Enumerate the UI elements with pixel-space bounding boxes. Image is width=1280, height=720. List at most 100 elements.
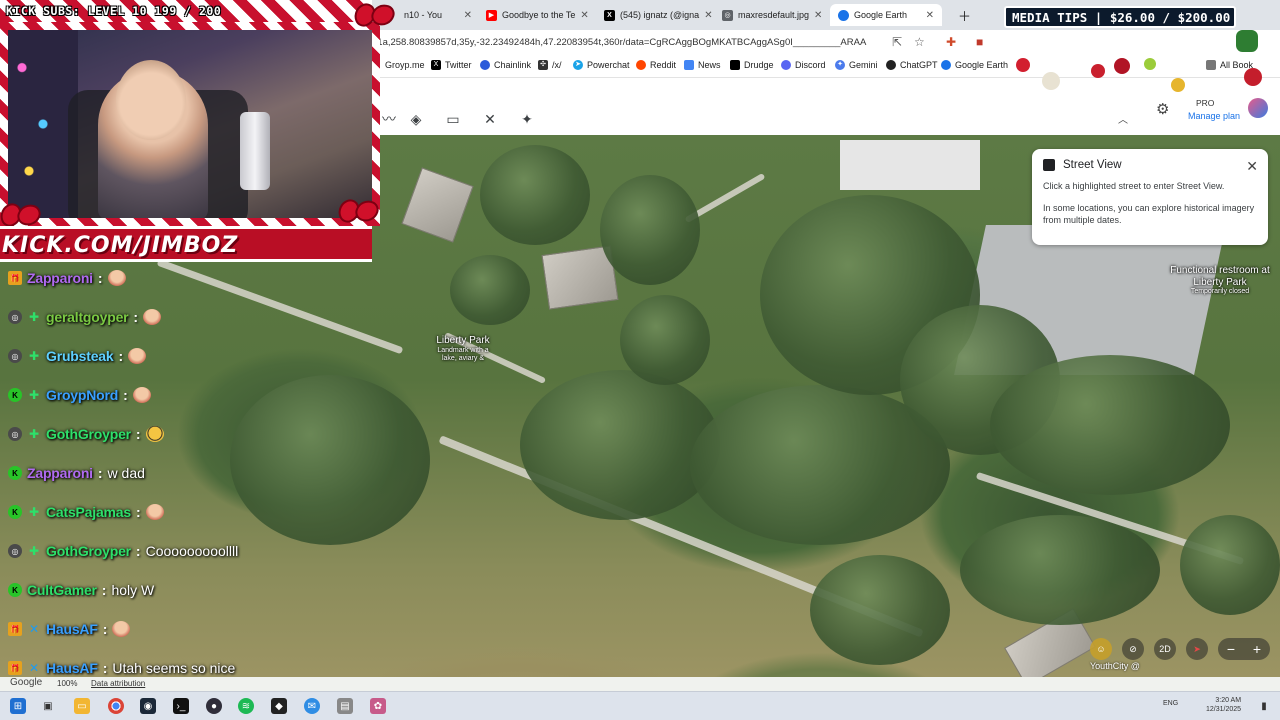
bookmark-news[interactable]: News (684, 60, 721, 70)
taskbar: ⊞ ▣ ▭ ◉ ›_ ● ≋ ◆ ✉ ▤ ✿ ENG 3:20 AM 12/31… (0, 691, 1280, 720)
chat-username[interactable]: HausAF (46, 621, 98, 637)
compass-icon[interactable]: ➤ (1186, 638, 1208, 660)
bookmark-powerchat[interactable]: ➤ Powerchat (573, 60, 630, 70)
app-icon[interactable]: ▤ (337, 698, 353, 714)
chat-username[interactable]: Zapparoni (27, 270, 93, 286)
chat-username[interactable]: Zapparoni (27, 465, 93, 481)
tab-youtube-2[interactable]: ▶ Goodbye to the Te ✕ (478, 4, 596, 26)
bookmark-chatgpt[interactable]: ChatGPT (886, 60, 938, 70)
terminal-icon[interactable]: ›_ (173, 698, 189, 714)
data-attribution-link[interactable]: Data attribution (91, 679, 145, 688)
layers-icon[interactable]: ◈ (407, 110, 425, 128)
chat-text: Utah seems so nice (112, 660, 236, 676)
tree (960, 515, 1160, 625)
chat-username[interactable]: CatsPajamas (46, 504, 131, 520)
tree (990, 355, 1230, 495)
chat-username[interactable]: Grubsteak (46, 348, 114, 364)
compass-button[interactable]: ⊘ (1122, 638, 1144, 660)
url-field[interactable]: 81a,258.80839857d,35y,-32.23492484h,47.2… (372, 34, 892, 52)
tab-x[interactable]: X (545) ignatz (@igna ✕ (596, 4, 712, 26)
close-icon[interactable]: ✕ (1246, 158, 1258, 175)
bookmark-gemini[interactable]: ✦ Gemini (835, 60, 878, 70)
app-icon[interactable]: ✿ (370, 698, 386, 714)
satellite-icon[interactable]: ✕ (481, 110, 499, 128)
chrome-icon[interactable] (108, 698, 124, 714)
bookmark-twitter[interactable]: X Twitter (431, 60, 472, 70)
bookmark-groyp[interactable]: Groyp.me (385, 60, 425, 70)
view-mode-button[interactable]: 2D (1154, 638, 1176, 660)
kick-badge-icon: K (8, 583, 22, 597)
close-icon[interactable]: ✕ (464, 10, 472, 21)
gear-icon[interactable]: ⚙ (1156, 100, 1169, 118)
emote-icon (143, 309, 162, 325)
file-explorer-icon[interactable]: ▭ (74, 698, 90, 714)
zoom-out-button[interactable]: − (1227, 641, 1235, 657)
kick-url-banner: KICK.COM/JIMBOZ (0, 226, 372, 262)
path-icon[interactable]: 〰 (380, 110, 398, 128)
tab-text: (545) ignatz (@igna (620, 10, 700, 20)
avatar[interactable] (1248, 98, 1268, 118)
language-indicator[interactable]: ENG (1163, 700, 1178, 707)
chat-username[interactable]: GroypNord (46, 387, 118, 403)
clock[interactable]: 3:20 AM 12/31/2025 (1206, 696, 1241, 714)
tab-text: Google Earth (854, 10, 908, 20)
street-view-icon (1043, 159, 1055, 171)
map-label-youth-city[interactable]: YouthCity @ (1090, 661, 1140, 671)
tab-image[interactable]: ◎ maxresdefault.jpg ✕ (714, 4, 824, 26)
close-icon[interactable]: ✕ (814, 10, 822, 21)
messenger-icon[interactable]: ✉ (304, 698, 320, 714)
news-icon (684, 60, 694, 70)
install-icon[interactable]: ⇱ (892, 35, 902, 49)
tab-youtube-1[interactable]: n10 - You ✕ (396, 4, 480, 26)
app-icon[interactable]: ◆ (271, 698, 287, 714)
map-label-park[interactable]: Liberty Park Landmark with a lake, aviar… (430, 335, 496, 363)
tab-google-earth[interactable]: Google Earth ✕ (830, 4, 942, 26)
map-label-restroom[interactable]: Functional restroom at Liberty Park Temp… (1170, 265, 1270, 296)
close-icon[interactable]: ✕ (580, 10, 588, 21)
street-view-hint: Click a highlighted street to enter Stre… (1043, 181, 1225, 191)
obs-icon[interactable]: ● (206, 698, 222, 714)
spotify-icon[interactable]: ≋ (238, 698, 254, 714)
chat-message: K Zapparoni: w dad (8, 462, 145, 484)
kick-subs-text: KICK SUBS: LEVEL 10 199 / 200 (6, 4, 222, 18)
chat-username[interactable]: HausAF (46, 660, 98, 676)
zoom-control: − + (1218, 638, 1270, 660)
close-icon[interactable]: ✕ (704, 10, 712, 21)
windows-start-icon[interactable]: ⊞ (10, 698, 26, 714)
notification-icon[interactable]: ▮ (1256, 698, 1272, 714)
bookmark-discord[interactable]: Discord (781, 60, 826, 70)
youtube-icon: ▶ (486, 9, 497, 21)
chat-username[interactable]: GothGroyper (46, 543, 131, 559)
zoom-in-button[interactable]: + (1253, 641, 1261, 657)
kick-url-text: KICK.COM/JIMBOZ (2, 233, 239, 258)
ruler-icon[interactable]: ▭ (444, 110, 462, 128)
building-roof (840, 140, 980, 190)
new-tab-button[interactable]: ＋ (950, 4, 970, 26)
kick-badge-icon: K (8, 388, 22, 402)
drudge-icon (730, 60, 740, 70)
bookmark-x[interactable]: ✣/x/ (538, 60, 562, 70)
steam-icon[interactable]: ◉ (140, 698, 156, 714)
sparkle-icon[interactable]: ✦ (518, 110, 536, 128)
sunglasses-emote-icon (145, 426, 164, 442)
chat-username[interactable]: geraltgoyper (46, 309, 129, 325)
chainlink-icon (480, 60, 490, 70)
extension-icon[interactable]: ✚ (946, 35, 956, 49)
chat-text: w dad (107, 465, 145, 481)
sub-badge-icon: ✚ (28, 388, 40, 402)
close-icon[interactable]: ✕ (926, 10, 934, 21)
bookmark-drudge[interactable]: Drudge (730, 60, 774, 70)
bookmark-chainlink[interactable]: Chainlink (480, 60, 531, 70)
star-icon[interactable]: ☆ (914, 35, 925, 49)
pegman-button[interactable]: ☺ (1090, 638, 1112, 660)
chat-username[interactable]: GothGroyper (46, 426, 131, 442)
task-view-icon[interactable]: ▣ (40, 698, 56, 714)
bookmark-reddit[interactable]: Reddit (636, 60, 676, 70)
attribution-bar: Google 100% Data attribution (0, 677, 1280, 691)
manage-plan-link[interactable]: Manage plan (1188, 111, 1240, 121)
kick-badge-icon: K (8, 505, 22, 519)
chat-username[interactable]: CultGamer (27, 582, 97, 598)
chat-message: ◎ ✚ geraltgoyper: (8, 306, 162, 328)
extension-icon[interactable]: ■ (976, 35, 983, 49)
chevron-up-icon[interactable]: ︿ (1118, 111, 1128, 126)
